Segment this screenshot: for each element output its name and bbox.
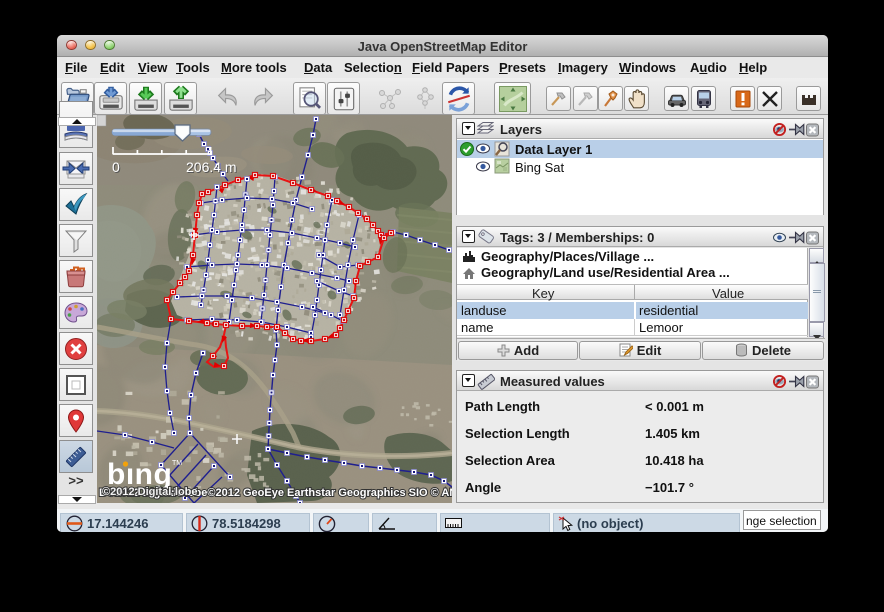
svg-text:0: 0: [112, 159, 120, 175]
svg-text:©2012 Digital·lobe: ©2012 Digital·lobe: [102, 486, 198, 498]
svg-text:TM: TM: [172, 460, 182, 467]
svg-text:206.4 m: 206.4 m: [186, 159, 237, 175]
